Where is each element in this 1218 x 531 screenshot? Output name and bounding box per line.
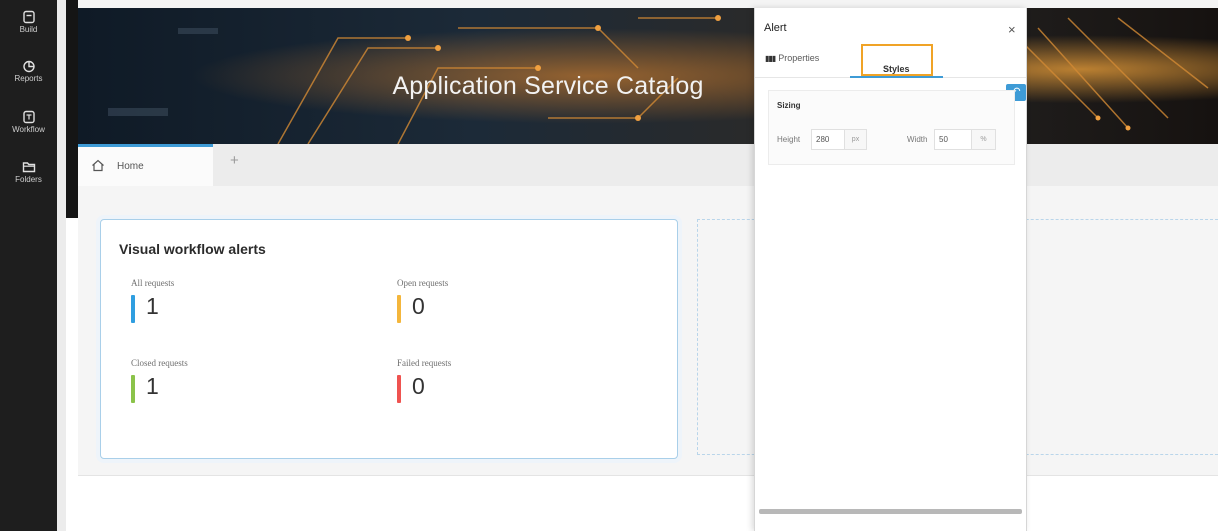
metric-color-bar [131,375,135,403]
nav-item-build[interactable]: Build [0,10,57,34]
widget-title: Visual workflow alerts [119,241,266,257]
metric-label: Closed requests [131,358,188,368]
workflow-alerts-widget[interactable]: Visual workflow alerts All requests 1 Op… [100,219,678,459]
metric-label: Failed requests [397,358,452,368]
nav-label-workflow: Workflow [12,125,45,134]
alert-settings-panel: Alert × ▮▮▮ Properties ◔ Styles ↶ Sizing … [754,8,1027,531]
nav-divider [57,0,66,531]
metric-color-bar [131,295,135,323]
left-nav: Build Reports Workflow Folders [0,0,57,531]
add-tab-button[interactable]: + [230,152,239,169]
folder-icon [22,162,35,173]
nav-item-reports[interactable]: Reports [0,59,57,83]
tab-styles[interactable]: ◔ Styles [861,44,933,76]
dark-edge [66,0,78,218]
width-label: Width [907,135,928,144]
width-input[interactable] [934,129,972,150]
active-tab-indicator [850,76,943,78]
nav-label-folders: Folders [15,175,42,184]
nav-item-folders[interactable]: Folders [0,160,57,184]
metric-value: 1 [146,373,159,399]
close-icon[interactable]: × [1008,23,1016,36]
banner-title: Application Service Catalog [392,72,704,100]
nav-item-workflow[interactable]: Workflow [0,110,57,134]
metric-label: All requests [131,278,175,288]
metric-value: 1 [146,293,159,319]
panel-title: Alert [764,22,787,34]
sizing-title: Sizing [777,101,801,110]
nav-label-reports: Reports [14,74,43,83]
reports-icon [22,60,35,73]
tab-home[interactable]: Home [78,144,213,186]
home-icon [92,159,104,172]
sizing-section: Sizing Height px Width % [768,90,1015,165]
tab-properties[interactable]: ▮▮▮ Properties [765,53,819,63]
page-tabbar: Home + [78,144,1218,186]
tab-properties-label: Properties [778,53,820,63]
panel-tabs: ▮▮▮ Properties ◔ Styles [755,44,1026,78]
height-input[interactable] [811,129,845,150]
metric-value: 0 [412,373,425,399]
width-unit: % [972,129,996,150]
properties-icon: ▮▮▮ [765,54,776,63]
metric-label: Open requests [397,278,449,288]
panel-header: Alert × [755,8,1026,44]
metric-value: 0 [412,293,425,319]
height-unit: px [845,129,867,150]
tab-home-label: Home [117,161,144,172]
app-root: Build Reports Workflow Folders Applicati… [0,0,1218,531]
tab-styles-label: Styles [883,64,910,74]
metric-color-bar [397,375,401,403]
build-icon [22,10,35,24]
workflow-icon [22,110,35,124]
nav-label-build: Build [19,25,38,34]
panel-scrollbar[interactable] [759,509,1022,514]
height-label: Height [777,135,801,144]
top-strip [66,0,1218,8]
catalog-banner: Application Service Catalog [78,8,1218,144]
metric-color-bar [397,295,401,323]
